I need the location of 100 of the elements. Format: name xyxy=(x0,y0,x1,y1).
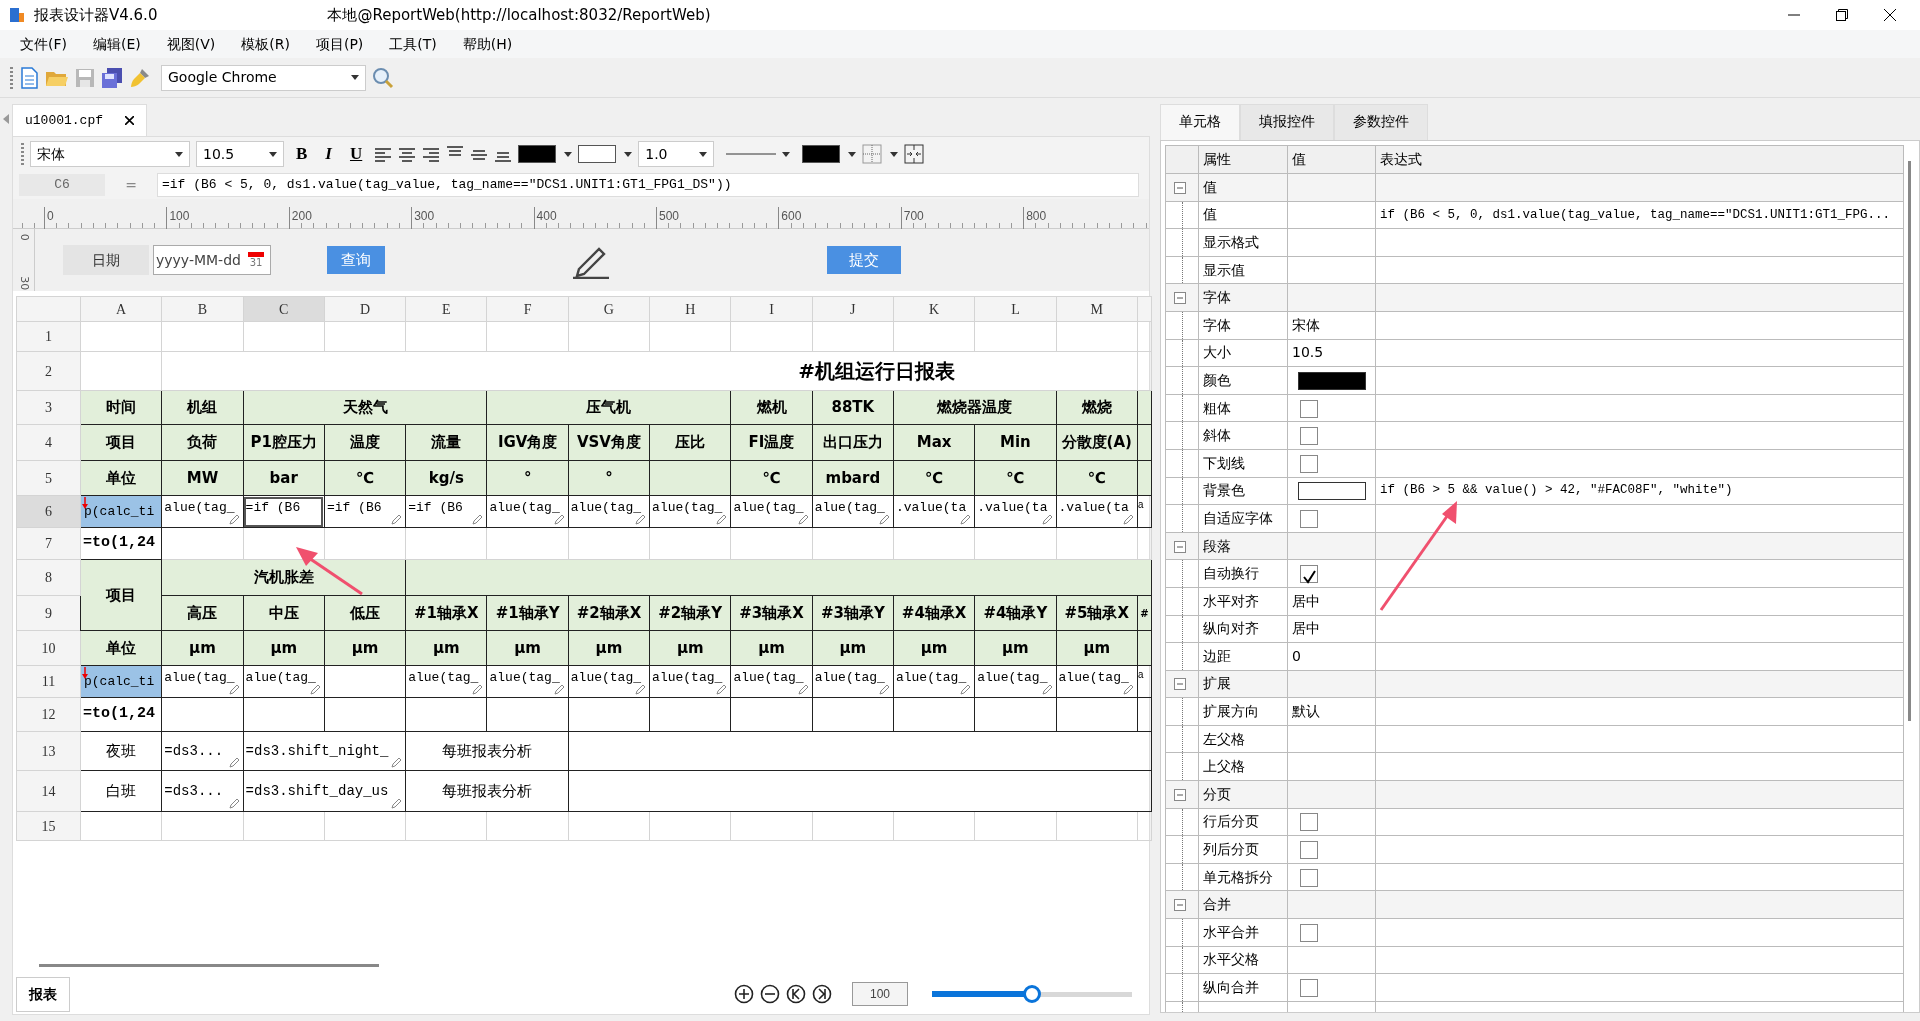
checkbox[interactable] xyxy=(1300,565,1318,584)
table-cell: 出口压力 xyxy=(812,424,894,461)
collapse-icon[interactable] xyxy=(1174,788,1186,801)
panel-tab[interactable]: 填报控件 xyxy=(1240,104,1334,140)
panel-tab[interactable]: 单元格 xyxy=(1160,104,1240,140)
checkbox[interactable] xyxy=(1300,868,1318,887)
checkbox[interactable] xyxy=(1300,923,1318,942)
column-header[interactable]: G xyxy=(568,296,650,322)
align-center-icon[interactable] xyxy=(398,146,417,162)
row-header[interactable]: 11 xyxy=(16,665,81,698)
column-header[interactable]: M xyxy=(1056,296,1138,322)
panel-tab[interactable]: 参数控件 xyxy=(1334,104,1428,140)
zoom-field[interactable]: 100 xyxy=(852,982,908,1006)
column-header[interactable]: E xyxy=(405,296,487,322)
menu-item[interactable]: 文件(F) xyxy=(10,31,77,57)
column-header[interactable]: C xyxy=(243,296,325,322)
checkbox[interactable] xyxy=(1300,813,1318,832)
document-tab[interactable]: u10001.cpf xyxy=(12,104,147,136)
menu-item[interactable]: 编辑(E) xyxy=(83,31,151,57)
menu-item[interactable]: 视图(V) xyxy=(156,31,226,57)
brush-icon[interactable] xyxy=(129,66,151,89)
property-value[interactable]: 居中 xyxy=(1292,592,1320,609)
collapse-icon[interactable] xyxy=(1174,678,1186,691)
first-page-icon[interactable] xyxy=(786,984,806,1004)
checkbox[interactable] xyxy=(1300,427,1318,446)
save-all-icon[interactable] xyxy=(101,66,123,89)
collapse-icon[interactable] xyxy=(1174,899,1186,912)
color-swatch[interactable] xyxy=(1298,371,1366,390)
scrollbar[interactable] xyxy=(39,964,379,967)
checkbox[interactable] xyxy=(1300,841,1318,860)
close-icon[interactable] xyxy=(125,116,134,125)
row-header[interactable]: 10 xyxy=(16,630,81,666)
border-color-picker[interactable] xyxy=(802,145,857,163)
close-icon[interactable] xyxy=(1884,9,1896,21)
menu-item[interactable]: 工具(T) xyxy=(379,31,447,57)
last-page-icon[interactable] xyxy=(812,984,832,1004)
menu-item[interactable]: 模板(R) xyxy=(231,31,300,57)
border-select[interactable] xyxy=(862,144,899,164)
row-header[interactable]: 13 xyxy=(16,731,81,771)
row-header[interactable]: 1 xyxy=(16,321,81,352)
slider-thumb[interactable] xyxy=(1023,985,1041,1003)
cell-reference[interactable]: C6 xyxy=(19,174,105,196)
row-header[interactable]: 12 xyxy=(16,697,81,732)
zoom-out-icon[interactable] xyxy=(760,984,780,1004)
underline-button[interactable]: U xyxy=(343,141,369,167)
font-select[interactable]: 宋体 xyxy=(30,141,190,167)
collapse-arrow-icon[interactable] xyxy=(3,114,9,124)
font-color-picker[interactable] xyxy=(518,145,573,163)
restore-icon[interactable] xyxy=(1836,9,1848,21)
expression-text: if (B6 > 5 && value() > 42, "#FAC08F", "white") xyxy=(1375,477,1904,505)
align-left-icon[interactable] xyxy=(374,146,393,162)
scrollbar[interactable] xyxy=(1908,161,1911,721)
collapse-icon[interactable] xyxy=(1174,292,1186,305)
column-header[interactable]: J xyxy=(812,296,894,322)
column-header[interactable]: A xyxy=(80,296,162,322)
row-header[interactable]: 9 xyxy=(16,595,81,631)
line-width-select[interactable]: 1.0 xyxy=(638,141,715,167)
merge-cells-icon[interactable] xyxy=(904,144,925,164)
column-header[interactable]: F xyxy=(487,296,569,322)
new-document-icon[interactable] xyxy=(19,66,39,89)
property-value[interactable]: 居中 xyxy=(1292,620,1320,637)
browser-select[interactable]: Google Chrome xyxy=(161,64,366,91)
property-value[interactable]: 0 xyxy=(1292,647,1301,664)
fill-color-picker[interactable] xyxy=(578,145,633,163)
checkbox[interactable] xyxy=(1300,454,1318,473)
bold-button[interactable]: B xyxy=(290,141,314,167)
row-header[interactable]: 5 xyxy=(16,460,81,496)
column-header[interactable]: L xyxy=(974,296,1057,322)
zoom-in-icon[interactable] xyxy=(734,984,754,1004)
column-header[interactable]: I xyxy=(730,296,813,322)
row-header[interactable]: 7 xyxy=(16,527,81,560)
font-size-select[interactable]: 10.5 xyxy=(196,141,284,167)
row-header[interactable]: 15 xyxy=(16,811,81,841)
checkbox[interactable] xyxy=(1300,979,1318,997)
row-header[interactable]: 6 xyxy=(16,495,81,528)
sheet-tab[interactable]: 报表 xyxy=(16,976,70,1012)
property-value[interactable]: 宋体 xyxy=(1292,316,1320,333)
column-header[interactable]: K xyxy=(893,296,975,322)
row-header[interactable]: 4 xyxy=(16,424,81,461)
row-header[interactable]: 3 xyxy=(16,390,81,425)
date-field[interactable]: yyyy-MM-dd 31 xyxy=(153,245,271,275)
collapse-icon[interactable] xyxy=(1174,540,1186,553)
row-header[interactable]: 2 xyxy=(16,351,81,391)
column-header[interactable]: D xyxy=(324,296,406,322)
collapse-icon[interactable] xyxy=(1174,181,1186,194)
property-value[interactable]: 默认 xyxy=(1292,703,1320,720)
search-icon[interactable] xyxy=(372,66,394,89)
property-label: 粗体 xyxy=(1198,394,1288,422)
menu-item[interactable]: 项目(P) xyxy=(305,31,374,57)
row-header[interactable]: 14 xyxy=(16,770,81,812)
formula-field[interactable]: =if (B6 < 5, 0, ds1.value(tag_value, tag_name=="DCS1.UNIT1:GT1_FPG1_DS")) xyxy=(157,173,1139,197)
italic-button[interactable]: I xyxy=(319,141,338,167)
menu-item[interactable]: 帮助(H) xyxy=(452,31,523,57)
row-header[interactable]: 8 xyxy=(16,559,81,596)
checkbox[interactable] xyxy=(1300,399,1318,418)
column-header[interactable]: B xyxy=(161,296,244,322)
column-header[interactable]: H xyxy=(649,296,731,322)
checkbox[interactable] xyxy=(1300,509,1318,528)
align-right-icon[interactable] xyxy=(422,146,441,162)
color-swatch[interactable] xyxy=(1298,482,1366,501)
